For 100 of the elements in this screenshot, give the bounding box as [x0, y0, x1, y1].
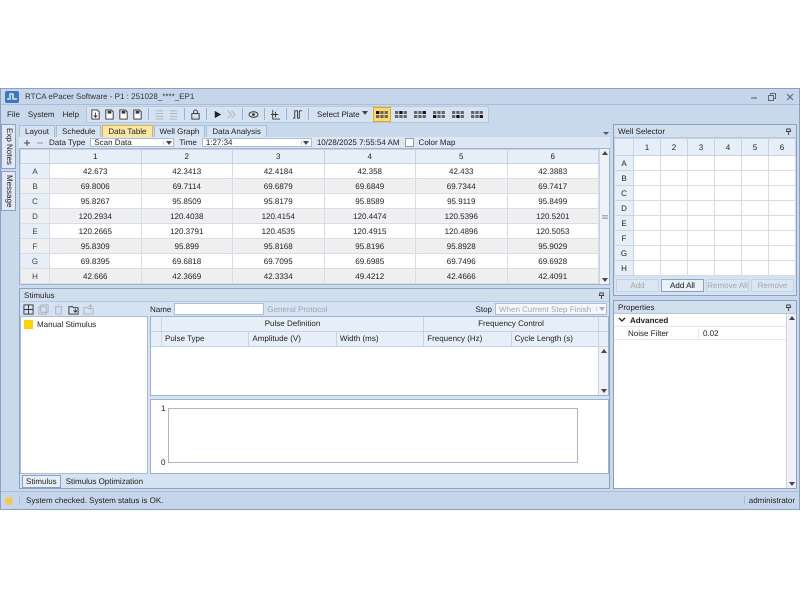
view-tab[interactable]: Layout [19, 125, 56, 137]
well-cell[interactable] [634, 246, 660, 260]
well-cell[interactable] [660, 246, 688, 260]
plus-icon[interactable] [23, 138, 31, 146]
well-cell[interactable] [660, 230, 688, 246]
time-dropdown[interactable]: 1:27:34 [202, 138, 312, 147]
well-cell[interactable] [634, 186, 660, 200]
panel-tab[interactable]: Stimulus [22, 474, 61, 488]
scroll-down-icon[interactable] [600, 389, 606, 393]
well-cell[interactable] [714, 260, 742, 276]
view-tab[interactable]: Well Graph [154, 125, 206, 137]
axis-icon[interactable] [270, 108, 282, 120]
well-cell[interactable] [634, 260, 660, 276]
view-tab[interactable]: Schedule [56, 125, 102, 137]
menu-item[interactable]: System [24, 110, 59, 118]
import-icon[interactable] [68, 304, 79, 314]
menu-item[interactable]: Help [58, 110, 84, 118]
well-cell[interactable] [714, 246, 742, 260]
pin-icon[interactable] [598, 292, 605, 298]
well-cell[interactable] [742, 186, 768, 200]
save-as-icon[interactable] [132, 108, 144, 120]
view-tab[interactable]: Data Table [102, 125, 152, 137]
well-cell[interactable] [714, 230, 742, 246]
well-cell[interactable] [714, 216, 742, 230]
scrollbar[interactable] [786, 314, 796, 488]
color-map-checkbox[interactable] [404, 138, 414, 147]
well-cell[interactable] [634, 200, 660, 216]
side-tab[interactable]: Message [1, 170, 16, 212]
grip-icon[interactable] [602, 214, 608, 218]
well-cell[interactable] [688, 246, 714, 260]
well-cell[interactable] [714, 170, 742, 186]
eye-icon[interactable] [248, 108, 260, 120]
well-cell[interactable] [768, 216, 796, 230]
well-cell[interactable] [634, 170, 660, 186]
well-cell[interactable] [768, 170, 796, 186]
well-cell[interactable] [742, 230, 768, 246]
plate-layout-icon[interactable] [374, 108, 390, 120]
well-cell[interactable] [714, 200, 742, 216]
restore-icon[interactable] [767, 92, 777, 102]
save-icon[interactable] [104, 108, 116, 120]
view-tab[interactable]: Data Analysis [206, 125, 267, 137]
well-cell[interactable] [688, 230, 714, 246]
well-cell[interactable] [660, 216, 688, 230]
well-cell[interactable] [688, 216, 714, 230]
scroll-up-icon[interactable] [602, 151, 608, 155]
close-icon[interactable] [785, 92, 795, 102]
well-cell[interactable] [660, 170, 688, 186]
well-cell[interactable] [714, 156, 742, 170]
well-cell[interactable] [688, 200, 714, 216]
caret-icon[interactable] [303, 140, 310, 144]
scroll-up-icon[interactable] [788, 316, 794, 320]
well-cell[interactable] [768, 260, 796, 276]
well-cell[interactable] [742, 216, 768, 230]
well-cell[interactable] [768, 230, 796, 246]
lock-icon[interactable] [190, 108, 202, 120]
well-cell[interactable] [688, 156, 714, 170]
well-cell[interactable] [660, 156, 688, 170]
well-cell[interactable] [660, 200, 688, 216]
well-cell[interactable] [688, 170, 714, 186]
menu-item[interactable]: File [3, 110, 24, 118]
well-cell[interactable] [742, 200, 768, 216]
tree-item[interactable]: Manual Stimulus [37, 320, 96, 329]
pin-icon[interactable] [785, 128, 792, 134]
well-cell[interactable] [634, 156, 660, 170]
well-cell[interactable] [634, 230, 660, 246]
select-plate-dropdown[interactable]: Select Plate [314, 109, 371, 119]
scrollbar[interactable] [599, 149, 609, 284]
well-cell[interactable] [742, 246, 768, 260]
pin-icon[interactable] [785, 304, 792, 310]
caret-icon[interactable] [166, 140, 172, 144]
scroll-down-icon[interactable] [602, 278, 608, 282]
well-button[interactable]: Add All [661, 279, 704, 292]
data-type-dropdown[interactable]: Scan Data [90, 138, 174, 147]
chevron-icon[interactable] [618, 316, 626, 324]
panel-tab[interactable]: Stimulus Optimization [62, 476, 146, 486]
well-cell[interactable] [714, 186, 742, 200]
well-cell[interactable] [660, 260, 688, 276]
scrollbar[interactable] [598, 347, 608, 395]
side-tab[interactable]: Exp Notes [1, 124, 16, 169]
save-icon[interactable] [118, 108, 130, 120]
well-cell[interactable] [768, 246, 796, 260]
well-cell[interactable] [768, 200, 796, 216]
name-field[interactable] [174, 303, 264, 315]
caret-icon[interactable] [362, 111, 368, 115]
well-cell[interactable] [660, 186, 688, 200]
pulse-icon[interactable] [292, 108, 304, 120]
well-cell[interactable] [768, 186, 796, 200]
well-cell[interactable] [634, 216, 660, 230]
well-cell[interactable] [742, 170, 768, 186]
well-cell[interactable] [688, 260, 714, 276]
well-cell[interactable] [742, 156, 768, 170]
property-value[interactable]: 0.02 [699, 328, 719, 338]
scroll-down-icon[interactable] [788, 482, 794, 486]
new-file-icon[interactable] [90, 108, 102, 120]
scroll-up-icon[interactable] [600, 349, 606, 353]
play-icon[interactable] [212, 108, 224, 120]
well-cell[interactable] [768, 156, 796, 170]
grid-icon[interactable] [23, 304, 34, 314]
well-cell[interactable] [742, 260, 768, 276]
well-cell[interactable] [688, 186, 714, 200]
